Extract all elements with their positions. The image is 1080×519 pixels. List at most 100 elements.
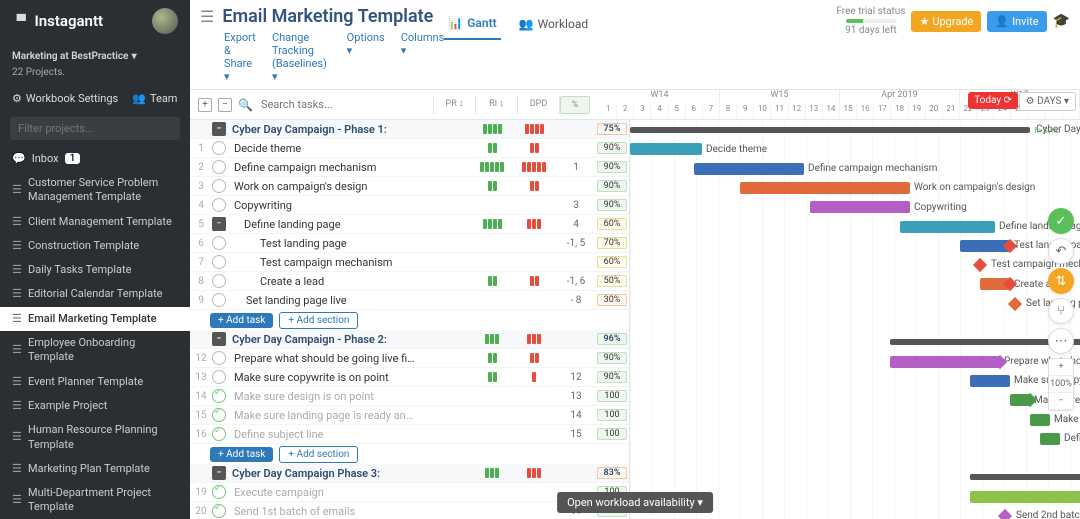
- header-menu-item[interactable]: Export & Share ▾: [224, 31, 256, 83]
- gantt-bar[interactable]: Copywriting: [810, 201, 910, 213]
- gantt-milestone[interactable]: [973, 258, 987, 272]
- collapse-icon[interactable]: −: [212, 122, 226, 136]
- task-row[interactable]: 8Create a lead-1, 650%: [190, 272, 629, 291]
- today-button[interactable]: Today ⟳: [968, 92, 1018, 109]
- tab-workload[interactable]: 👥Workload: [515, 13, 592, 39]
- check-icon[interactable]: [212, 141, 226, 155]
- add-section-button[interactable]: + Add section: [279, 312, 358, 329]
- col-pr[interactable]: PR ↕: [434, 96, 476, 114]
- task-row[interactable]: 6Test landing page-1, 570%: [190, 234, 629, 253]
- gantt-bar[interactable]: Define subject: [1040, 433, 1060, 445]
- task-row[interactable]: 14Make sure design is on point13100: [190, 387, 629, 406]
- sidebar-project[interactable]: ☰Email Marketing Template: [0, 307, 190, 331]
- sidebar-project[interactable]: ☰Event Planner Template: [0, 370, 190, 394]
- gantt-bar[interactable]: Define landing page: [900, 221, 995, 233]
- check-icon[interactable]: [212, 370, 226, 384]
- gantt-bar[interactable]: Make sure copywri: [970, 375, 1010, 387]
- header-menu-item[interactable]: Change Tracking (Baselines) ▾: [272, 31, 331, 83]
- gantt-section-bar[interactable]: [630, 127, 1030, 133]
- header-menu-item[interactable]: Options ▾: [347, 31, 385, 83]
- check-icon[interactable]: [212, 504, 226, 518]
- gantt-milestone[interactable]: [1008, 297, 1022, 311]
- check-icon[interactable]: [212, 351, 226, 365]
- collapse-icon[interactable]: −: [212, 332, 226, 346]
- expand-all-button[interactable]: +: [198, 98, 212, 112]
- inbox[interactable]: 💬Inbox1: [0, 146, 190, 171]
- check-icon[interactable]: [212, 293, 226, 307]
- check-icon[interactable]: [212, 408, 226, 422]
- gantt-bar[interactable]: Work on campaign's design: [740, 182, 910, 194]
- task-row[interactable]: 2Define campaign mechanism190%: [190, 158, 629, 177]
- sidebar-project[interactable]: ☰Example Project: [0, 394, 190, 418]
- task-row[interactable]: 12Prepare what should be going live fi…9…: [190, 349, 629, 368]
- sidebar-project[interactable]: ☰Daily Tasks Template: [0, 258, 190, 282]
- sidebar-project[interactable]: ☰Marketing Plan Template: [0, 457, 190, 481]
- sidebar-project[interactable]: ☰Editorial Calendar Template: [0, 282, 190, 306]
- gantt-milestone[interactable]: [998, 509, 1012, 519]
- avatar[interactable]: [152, 8, 178, 34]
- task-row[interactable]: 5−Define landing page460%: [190, 215, 629, 234]
- collapse-all-button[interactable]: −: [218, 98, 232, 112]
- task-row[interactable]: 1Decide theme90%: [190, 139, 629, 158]
- sidebar-project[interactable]: ☰Client Management Template: [0, 210, 190, 234]
- upgrade-button[interactable]: ★Upgrade: [911, 11, 981, 32]
- team-link[interactable]: 👥Team: [132, 92, 177, 105]
- search-input[interactable]: [259, 96, 427, 113]
- workspace-name[interactable]: Marketing at BestPractice ▾: [0, 42, 190, 67]
- check-button[interactable]: ✓: [1048, 208, 1074, 234]
- add-task-button[interactable]: + Add task: [210, 447, 273, 462]
- tab-gantt[interactable]: 📊Gantt: [444, 12, 500, 40]
- check-icon[interactable]: [212, 179, 226, 193]
- section-row[interactable]: −Cyber Day Campaign - Phase 1:75%: [190, 120, 629, 139]
- sidebar-project[interactable]: ☰Multi-Department Project Template: [0, 481, 190, 519]
- check-icon[interactable]: [212, 389, 226, 403]
- graduation-icon[interactable]: 🎓: [1053, 13, 1070, 29]
- task-row[interactable]: 15Make sure landing page is ready an…141…: [190, 406, 629, 425]
- gantt-bar[interactable]: Decide theme: [630, 143, 702, 155]
- check-icon[interactable]: [212, 427, 226, 441]
- more-button[interactable]: ⋯: [1048, 328, 1074, 354]
- check-icon[interactable]: [212, 274, 226, 288]
- col-ri[interactable]: RI ↕: [476, 96, 518, 114]
- filter-projects-input[interactable]: [10, 117, 180, 140]
- col-pct[interactable]: %: [560, 96, 590, 114]
- task-row[interactable]: 13Make sure copywrite is on point1290%: [190, 368, 629, 387]
- gantt-section-bar[interactable]: [970, 474, 1080, 480]
- workbook-settings[interactable]: ⚙Workbook Settings: [12, 92, 118, 105]
- gantt-bar[interactable]: Define campaign mechanism: [694, 163, 804, 175]
- task-row[interactable]: 3Work on campaign's design90%: [190, 177, 629, 196]
- check-icon[interactable]: [212, 236, 226, 250]
- add-section-button[interactable]: + Add section: [279, 446, 358, 463]
- collapse-icon[interactable]: −: [212, 466, 226, 480]
- gantt-bar[interactable]: Execute camp: [970, 491, 1080, 503]
- task-row[interactable]: 7Test campaign mechanism60%: [190, 253, 629, 272]
- header-menu-item[interactable]: Columns ▾: [401, 31, 445, 83]
- task-row[interactable]: 9Set landing page live- 830%: [190, 291, 629, 310]
- add-task-button[interactable]: + Add task: [210, 313, 273, 328]
- check-icon[interactable]: [212, 160, 226, 174]
- section-row[interactable]: −Cyber Day Campaign Phase 3:83%: [190, 464, 629, 483]
- sidebar-project[interactable]: ☰Employee Onboarding Template: [0, 331, 190, 370]
- col-dpd[interactable]: DPD: [518, 96, 560, 114]
- check-icon[interactable]: [212, 198, 226, 212]
- collapse-icon[interactable]: −: [212, 217, 226, 231]
- days-button[interactable]: ⚙ DAYS ▾: [1019, 92, 1076, 111]
- zoom-control[interactable]: +100%−: [1048, 358, 1074, 411]
- gantt-bar[interactable]: Prepare what should: [890, 356, 1000, 368]
- check-icon[interactable]: [212, 255, 226, 269]
- invite-button[interactable]: 👤Invite: [987, 11, 1046, 32]
- menu-icon[interactable]: ☰: [200, 7, 214, 26]
- sidebar-project[interactable]: ☰Customer Service Problem Management Tem…: [0, 171, 190, 210]
- task-name: Test landing page: [232, 237, 471, 250]
- check-icon[interactable]: [212, 485, 226, 499]
- branch-button[interactable]: ⑂: [1048, 298, 1074, 324]
- workload-availability-button[interactable]: Open workload availability ▾: [557, 492, 713, 513]
- task-row[interactable]: 4Copywriting390%: [190, 196, 629, 215]
- undo-button[interactable]: ↶: [1048, 238, 1074, 264]
- gantt-bar[interactable]: Make sure lan: [1030, 414, 1050, 426]
- sidebar-project[interactable]: ☰Construction Template: [0, 234, 190, 258]
- section-row[interactable]: −Cyber Day Campaign - Phase 2:96%: [190, 330, 629, 349]
- sort-button[interactable]: ⇅: [1048, 268, 1074, 294]
- task-row[interactable]: 16Define subject line15100: [190, 425, 629, 444]
- sidebar-project[interactable]: ☰Human Resource Planning Template: [0, 418, 190, 457]
